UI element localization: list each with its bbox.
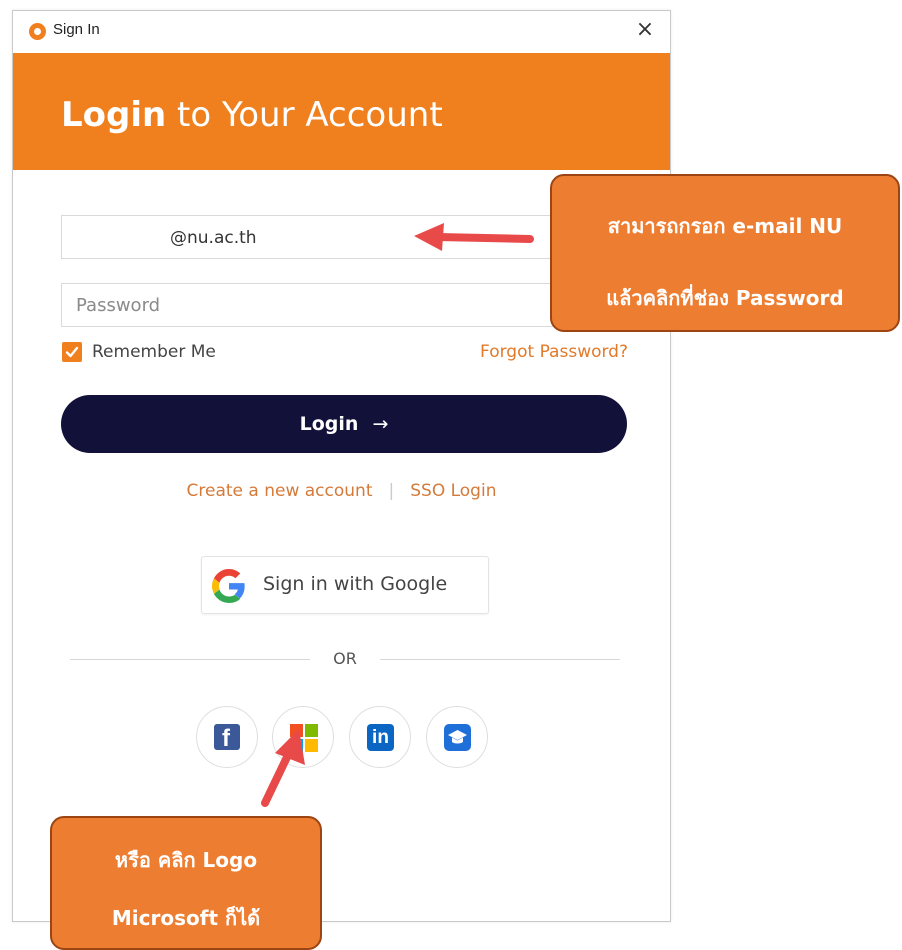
linkedin-login-button[interactable]: in: [349, 706, 411, 768]
password-field[interactable]: Password: [61, 283, 626, 327]
or-divider: OR: [70, 649, 620, 669]
header-title-rest: to Your Account: [166, 95, 443, 135]
google-icon: [212, 569, 245, 603]
remember-me-label: Remember Me: [92, 342, 216, 362]
title-bar: Sign In ×: [13, 11, 670, 53]
password-placeholder: Password: [76, 295, 161, 316]
graduation-cap-icon: [444, 724, 471, 751]
checkmark-icon: [65, 346, 79, 358]
facebook-icon: f: [214, 724, 240, 752]
email-field[interactable]: @nu.ac.th: [61, 215, 626, 259]
email-value: @nu.ac.th: [170, 228, 257, 248]
remember-me-checkbox[interactable]: [62, 342, 82, 362]
arrow-to-microsoft-icon: [261, 729, 305, 807]
header-title: Login to Your Account: [61, 95, 443, 135]
arrow-right-icon: →: [372, 413, 389, 435]
callout-top-line2: แล้วคลิกที่ช่อง Password: [606, 286, 844, 310]
create-account-link[interactable]: Create a new account: [187, 481, 373, 501]
arrow-to-email-icon: [414, 223, 534, 251]
google-sign-in-label: Sign in with Google: [263, 573, 448, 595]
education-login-button[interactable]: [426, 706, 488, 768]
email-instruction-callout: สามารถกรอก e-mail NU แล้วคลิกที่ช่อง Pas…: [550, 174, 900, 332]
callout-bottom-line2: Microsoft ก็ได้: [111, 906, 261, 930]
login-header: Login to Your Account: [13, 53, 670, 170]
link-separator: |: [388, 481, 395, 501]
or-text: OR: [333, 649, 357, 668]
callout-bottom-line1: หรือ คลิก Logo: [114, 848, 258, 872]
account-links: Create a new account | SSO Login: [13, 481, 670, 501]
microsoft-instruction-callout: หรือ คลิก Logo Microsoft ก็ได้: [50, 816, 322, 950]
close-button[interactable]: ×: [632, 17, 658, 43]
login-button[interactable]: Login →: [61, 395, 627, 453]
window-title: Sign In: [53, 21, 100, 38]
forgot-password-link[interactable]: Forgot Password?: [480, 342, 628, 362]
graduation-cap-shape: [448, 730, 467, 744]
google-sign-in-button[interactable]: Sign in with Google: [201, 556, 489, 614]
header-title-bold: Login: [61, 95, 167, 135]
login-button-label: Login: [299, 413, 359, 435]
app-logo-icon: [29, 23, 46, 40]
facebook-login-button[interactable]: f: [196, 706, 258, 768]
sso-login-link[interactable]: SSO Login: [410, 481, 496, 501]
callout-top-line1: สามารถกรอก e-mail NU: [607, 214, 843, 238]
linkedin-icon: in: [367, 724, 394, 751]
sign-in-window: Sign In × Login to Your Account @nu.ac.t…: [12, 10, 671, 922]
facebook-glyph: f: [222, 725, 230, 752]
